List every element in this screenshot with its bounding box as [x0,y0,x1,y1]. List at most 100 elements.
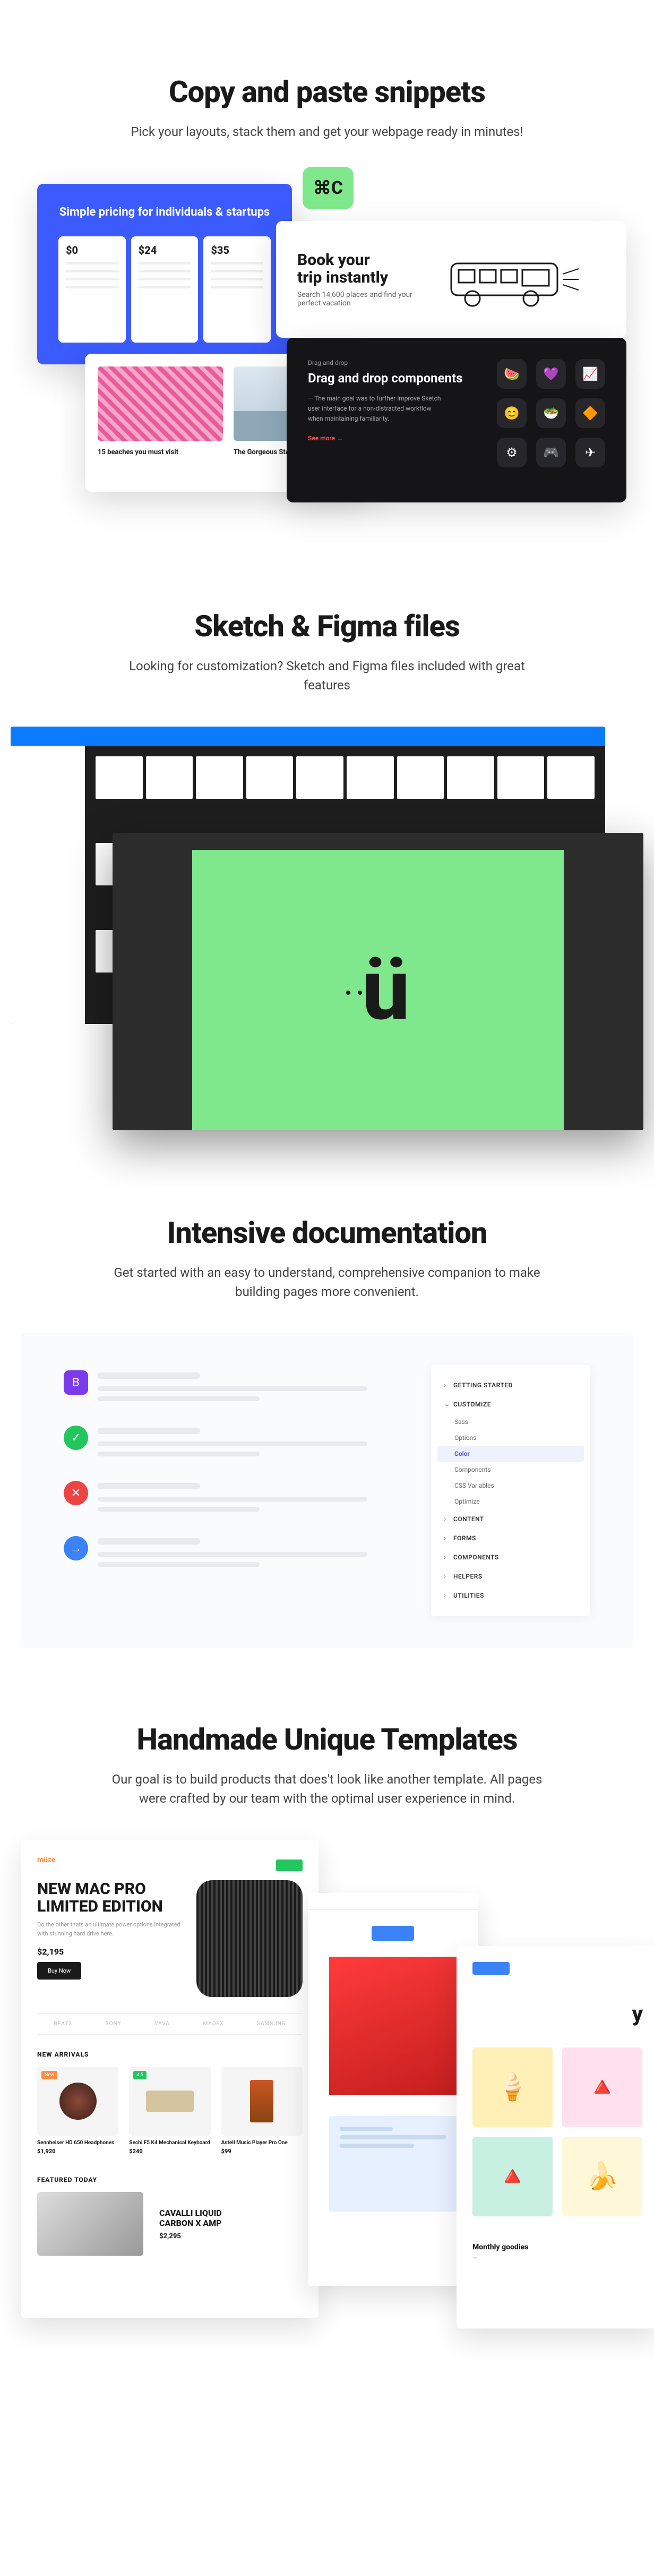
new-arrivals-heading: NEW ARRIVALS [37,2051,303,2058]
section1-subtitle: Pick your layouts, stack them and get yo… [109,122,545,141]
figma-window: ü [113,833,643,1130]
dark-card: Drag and drop Drag and drop components —… [287,338,626,502]
grid-icon: 🍉 [497,359,527,389]
info-tile [329,2116,457,2212]
check-icon: ✓ [64,1426,88,1450]
gallery-tile[interactable]: 🔺 [472,2137,553,2216]
featured-name: CAVALLI LIQUID CARBON X AMP [159,2208,255,2228]
grid-icon: ⚙ [497,438,527,467]
monthly-goodies-sub: — [472,2255,642,2262]
brand: MADEX [203,2021,224,2027]
template-middle [308,1893,478,2286]
pricing-heading: Simple pricing for individuals & startup… [58,205,271,220]
grid-icon: 😊 [497,398,527,428]
nav-optimize[interactable]: Optimize [431,1494,590,1509]
gallery-tile[interactable]: 🍌 [562,2137,642,2216]
trip-title: Book yourtrip instantly [297,251,414,286]
x-icon: ✕ [64,1481,88,1505]
brand: SONY [106,2021,122,2027]
hero-price: $2,195 [37,1947,180,1957]
grid-icon: 🥗 [536,398,566,428]
grid-icon: ✈ [575,438,605,467]
section2-title: Sketch & Figma files [0,609,654,644]
product-card[interactable]: 4.5 Sechi F5 K4 Mechanical Keyboard $240 [129,2067,210,2155]
hero-title: NEW MAC PRO LIMITED EDITION [37,1880,165,1915]
dark-body: — The main goal was to further improve S… [308,394,446,424]
docs-preview: B ✓ ✕ → GETTING STARTED CUSTOMIZE Sass O… [21,1333,633,1648]
arrow-icon: → [64,1536,88,1560]
gallery-tile[interactable]: 🍦 [472,2048,553,2127]
grid-icon: 🔶 [575,398,605,428]
price-col: $35 [203,236,271,343]
price-1: $24 [139,244,191,257]
beach-caption-1: 15 beaches you must visit [98,448,223,456]
section1-title: Copy and paste snippets [0,74,654,109]
product-price: $1,920 [37,2148,118,2155]
macpro-image [196,1880,303,1997]
buy-button[interactable]: Buy Now [37,1962,81,1980]
product-card[interactable]: New Sennheiser HD 650 Headphones $1,920 [37,2067,118,2155]
pricing-card: Simple pricing for individuals & startup… [37,184,292,364]
price-0: $0 [66,244,118,257]
template-ecommerce: müze NEW MAC PRO LIMITED EDITION Do the … [21,1840,319,2318]
price-col: $24 [131,236,199,343]
product-card[interactable]: Astell Music Player Pro One $99 [221,2067,303,2155]
docs-sidebar: GETTING STARTED CUSTOMIZE Sass Options C… [431,1365,590,1616]
grid-icon: 🎮 [536,438,566,467]
nav-sass[interactable]: Sass [431,1414,590,1430]
nav-content[interactable]: CONTENT [431,1509,590,1529]
gallery-tile[interactable]: 🔺 [562,2048,642,2127]
brand-logo-u: ü [362,941,410,1040]
snippets-collage: Simple pricing for individuals & startup… [21,173,633,534]
templates-collage: müze NEW MAC PRO LIMITED EDITION Do the … [21,1840,633,2339]
brand-row: BEATS SONY VAVA MADEX SAMSUNG [37,2013,303,2035]
nav-cssvars[interactable]: CSS Variables [431,1478,590,1494]
hero-body: Do the other thats an ultimate power opt… [37,1921,180,1938]
gallery-title: y [472,2001,642,2026]
trip-card: Book yourtrip instantly Search 14,600 pl… [276,221,626,338]
price-2: $35 [211,244,263,257]
cta-button[interactable] [372,1926,414,1941]
featured-price: $2,295 [159,2232,255,2240]
product-name: Sechi F5 K4 Mechanical Keyboard [129,2140,210,2146]
featured-heading: FEATURED TODAY [37,2176,303,2183]
featured-image [37,2192,143,2256]
dark-title: Drag and drop components [308,371,465,386]
trip-subtitle: Search 14,600 places and find your perfe… [297,291,414,308]
nav-color-active[interactable]: Color [437,1446,584,1462]
nav-forms[interactable]: FORMS [431,1529,590,1548]
nav-options[interactable]: Options [431,1430,590,1446]
nav-customize[interactable]: CUSTOMIZE [431,1395,590,1414]
section3-title: Intensive documentation [0,1215,654,1250]
nav-utilities[interactable]: UTILITIES [431,1586,590,1605]
brand: BEATS [54,2021,72,2027]
brand: SAMSUNG [257,2021,286,2027]
nav-helpers[interactable]: HELPERS [431,1567,590,1586]
nav-components[interactable]: COMPONENTS [431,1548,590,1567]
brand: VAVA [154,2021,170,2027]
price-col: $0 [58,236,126,343]
monthly-goodies-heading: Monthly goodies [472,2243,642,2251]
template-gallery: y 🍦 🔺 🔺 🍌 Monthly goodies — [457,1946,654,2328]
beach-img-1 [98,366,223,441]
product-price: $99 [221,2148,303,2155]
section3-subtitle: Get started with an easy to understand, … [109,1263,545,1301]
bus-illustration [446,248,584,311]
product-badge: New [41,2071,57,2079]
dark-more-link[interactable]: See more → [308,434,343,442]
figma-preview: ü [11,727,643,1141]
section4-subtitle: Our goal is to build products that does'… [109,1770,545,1808]
product-name: Astell Music Player Pro One [221,2140,303,2146]
hero-image-red [329,1957,457,2095]
nav-getting-started[interactable]: GETTING STARTED [431,1376,590,1395]
product-price: $240 [129,2148,210,2155]
copy-badge: ⌘C [303,167,354,209]
product-name: Sennheiser HD 650 Headphones [37,2140,118,2146]
cart-button[interactable] [276,1860,303,1871]
nav-components-sub[interactable]: Components [431,1462,590,1478]
icon-grid: 🍉 💜 📈 😊 🥗 🔶 ⚙ 🎮 ✈ [497,359,605,481]
cta-button[interactable] [472,1962,510,1975]
bootstrap-icon: B [64,1370,88,1395]
section2-subtitle: Looking for customization? Sketch and Fi… [109,656,545,695]
shop-logo: müze [37,1856,56,1864]
